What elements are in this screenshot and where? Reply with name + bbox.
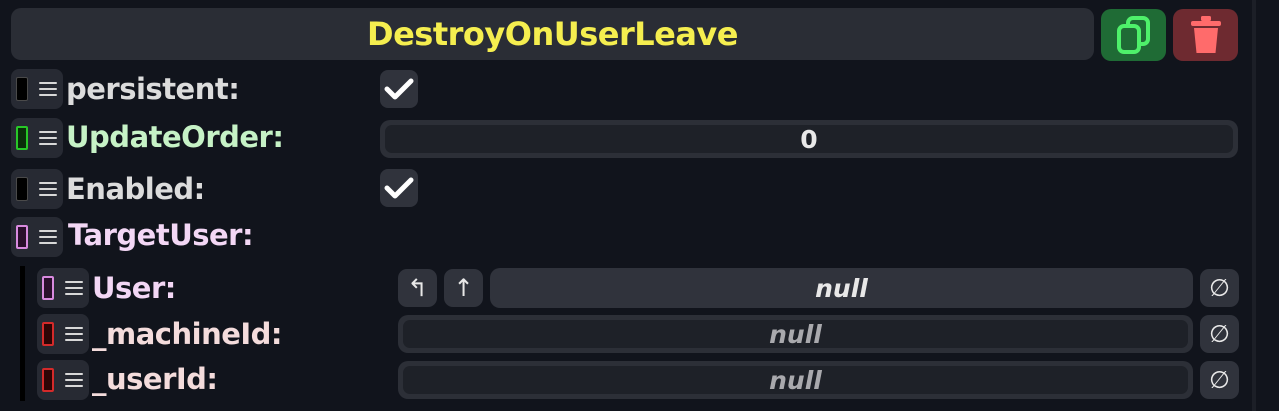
field-label-enabled: Enabled: [66,172,205,206]
jump-to-reference-button[interactable]: ↰ [398,269,437,307]
nested-indent-line [20,266,25,401]
type-color-swatch [42,276,54,300]
clear-user-button[interactable]: ∅ [1200,269,1239,307]
field-label-update-order: UpdateOrder: [66,120,284,154]
null-icon: ∅ [1209,320,1230,348]
clear-user-id-button[interactable]: ∅ [1200,361,1239,399]
jump-icon: ↰ [407,274,428,302]
checkmark-icon [384,78,414,100]
field-handle-user-id[interactable] [37,360,89,400]
field-label-user-id: _userId: [92,362,218,396]
type-color-swatch [16,77,28,101]
field-handle-user[interactable] [37,268,89,308]
field-label-target-user: TargetUser: [68,218,254,252]
component-title: DestroyOnUserLeave [367,15,738,53]
inspector-scrollbar[interactable] [1252,0,1256,411]
field-handle-persistent[interactable] [11,69,63,109]
component-header: DestroyOnUserLeave [11,8,1094,60]
drag-handle-icon [65,327,83,341]
clear-machine-id-button[interactable]: ∅ [1200,315,1239,353]
drag-handle-icon [39,182,57,196]
drag-handle-icon [65,281,83,295]
field-label-persistent: persistent: [66,72,240,106]
checkmark-icon [384,177,414,199]
null-icon: ∅ [1209,366,1230,394]
null-icon: ∅ [1209,274,1230,302]
machine-id-value: null [769,319,822,349]
field-handle-enabled[interactable] [11,169,63,209]
user-id-value: null [769,365,822,395]
persistent-checkbox[interactable] [380,70,418,108]
drag-handle-icon [39,230,57,244]
go-up-button[interactable]: ↑ [444,269,483,307]
update-order-value: 0 [800,124,818,154]
machine-id-field[interactable]: null [398,315,1193,353]
duplicate-icon [1116,16,1150,54]
user-id-field[interactable]: null [398,361,1193,399]
field-label-machine-id: _machineId: [92,317,283,351]
drag-handle-icon [65,373,83,387]
arrow-up-icon: ↑ [453,274,474,302]
user-reference-field[interactable]: null [490,268,1193,308]
delete-component-button[interactable] [1173,9,1238,61]
trash-icon [1190,16,1221,53]
update-order-input[interactable]: 0 [380,120,1238,158]
field-handle-update-order[interactable] [11,118,63,158]
duplicate-component-button[interactable] [1101,9,1166,61]
field-handle-machine-id[interactable] [37,314,89,354]
type-color-swatch [16,177,28,201]
field-handle-target-user[interactable] [11,217,63,257]
type-color-swatch [42,322,54,346]
type-color-swatch [42,368,54,392]
user-reference-value: null [815,273,868,303]
type-color-swatch [16,225,28,249]
drag-handle-icon [39,82,57,96]
drag-handle-icon [39,131,57,145]
enabled-checkbox[interactable] [380,169,418,207]
field-label-user: User: [92,271,176,305]
type-color-swatch [16,126,28,150]
